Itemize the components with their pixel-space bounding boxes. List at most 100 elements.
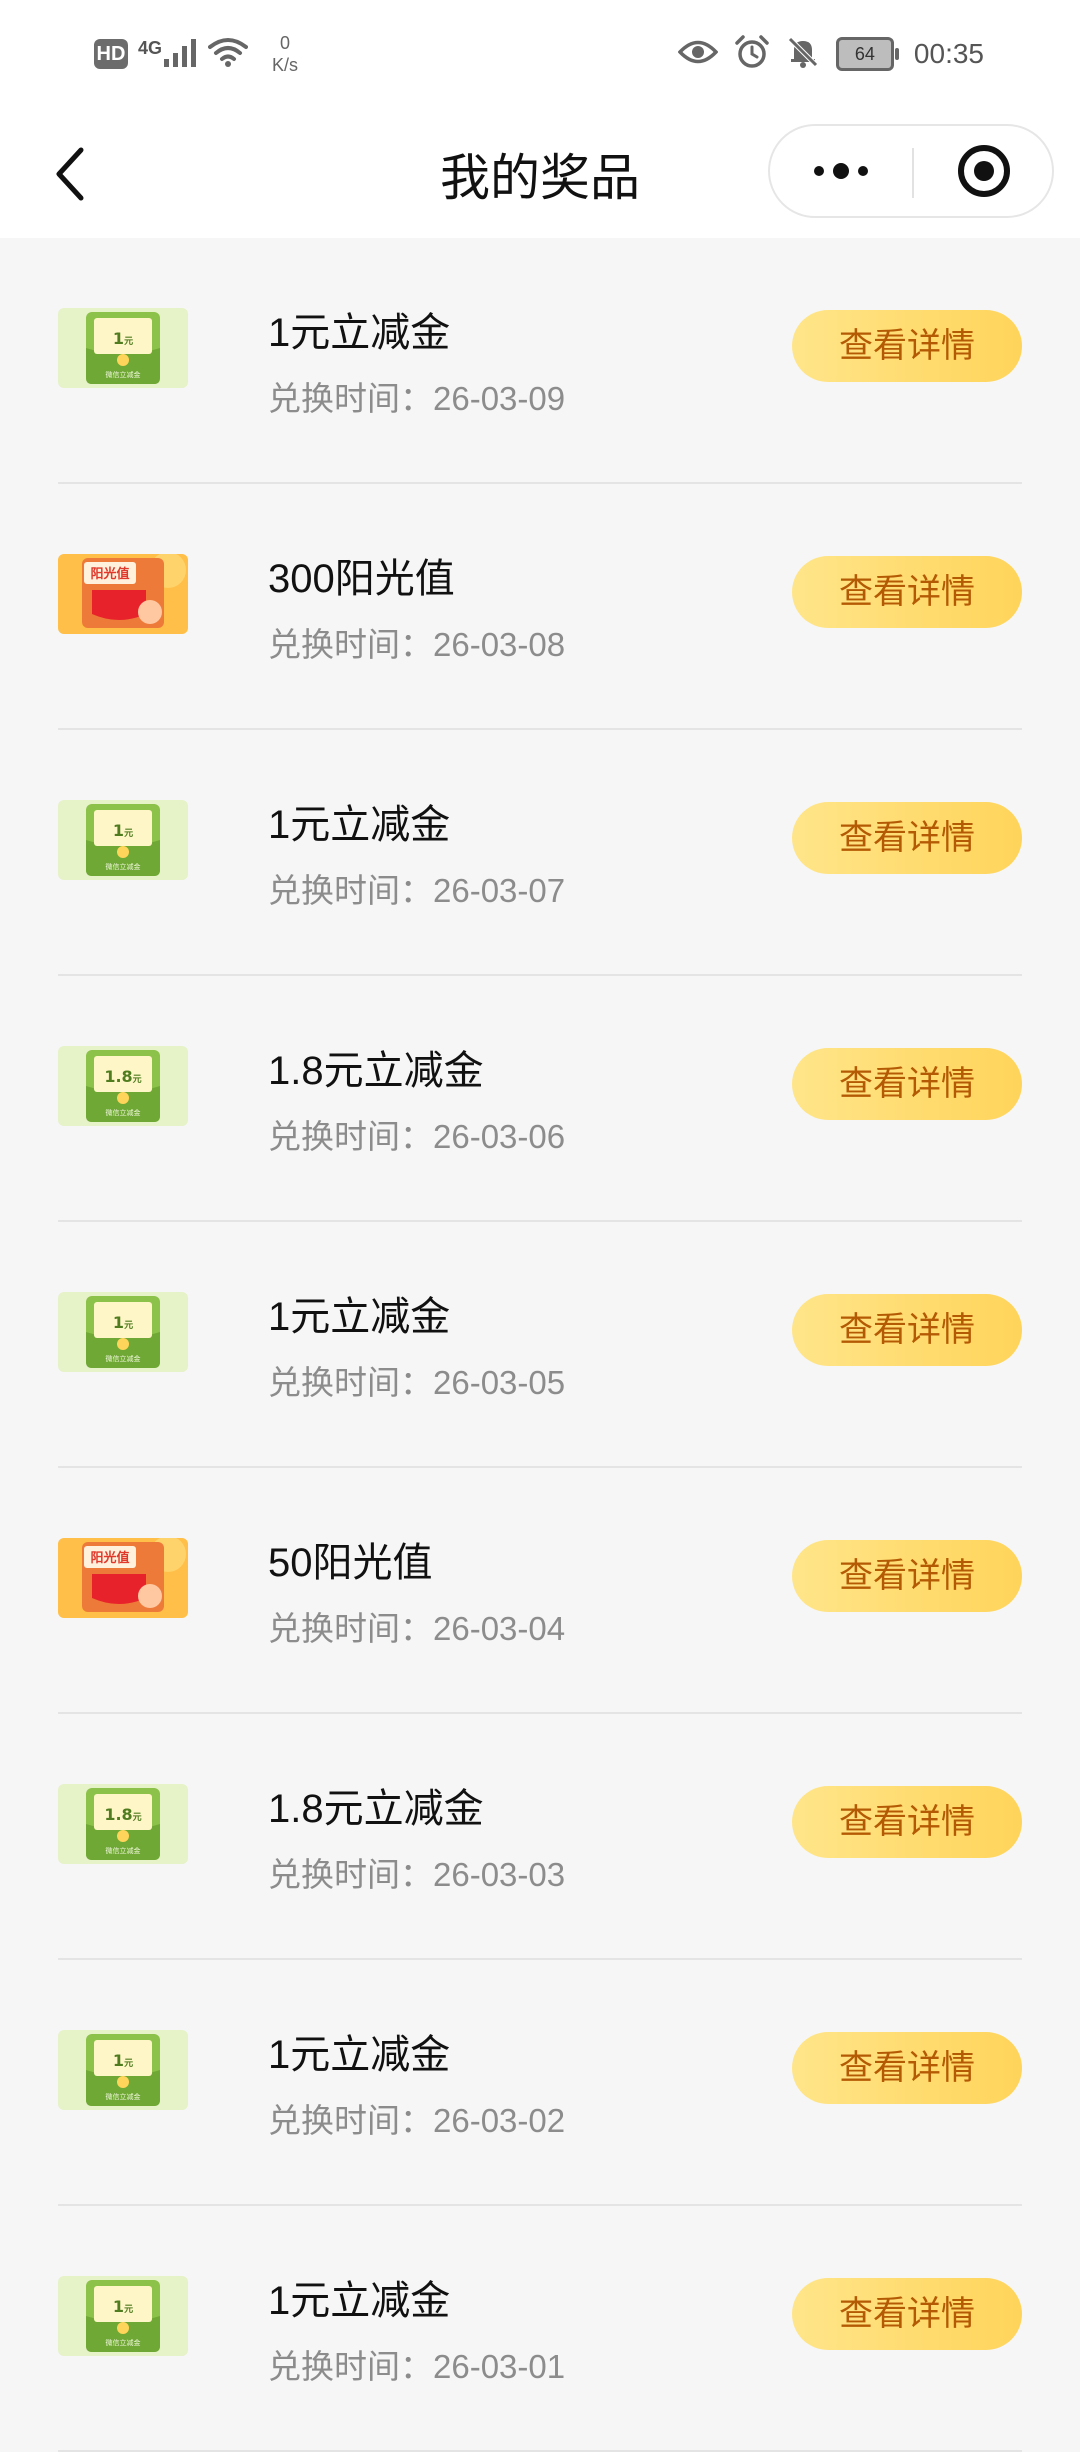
exchange-date-label: 兑换时间： (268, 626, 433, 663)
exchange-date-value: 26-03-06 (433, 1118, 566, 1155)
view-details-button[interactable]: 查看详情 (792, 2032, 1022, 2104)
prize-row-2: 阳光值 300阳光值 兑换时间：26-03-08 查看详情 (58, 484, 1022, 730)
prize-name: 300阳光值 (268, 557, 455, 601)
coupon-envelope-icon: 1.8元 微信立减金 (58, 1784, 188, 1864)
exchange-date-value: 26-03-08 (433, 626, 566, 663)
view-details-button[interactable]: 查看详情 (792, 1294, 1022, 1366)
more-dots-icon (814, 163, 868, 179)
network-speed: 0 K/s (272, 32, 298, 76)
sunshine-card-icon: 阳光值 (58, 1538, 188, 1618)
svg-text:微信立减金: 微信立减金 (106, 862, 141, 871)
svg-text:微信立减金: 微信立减金 (106, 1354, 141, 1363)
view-details-button[interactable]: 查看详情 (792, 2278, 1022, 2350)
prize-name: 1.8元立减金 (268, 1787, 484, 1831)
prize-exchange-date: 兑换时间：26-03-03 (268, 1848, 565, 1896)
prize-thumbnail: 1元 微信立减金 (58, 1292, 188, 1372)
prize-row-5: 1元 微信立减金 1元立减金 兑换时间：26-03-05 查看详情 (58, 1222, 1022, 1468)
prize-name: 1.8元立减金 (268, 1049, 484, 1093)
clock-time: 00:35 (913, 38, 984, 69)
view-details-button[interactable]: 查看详情 (792, 1540, 1022, 1612)
svg-text:阳光值: 阳光值 (90, 566, 129, 582)
prize-name: 1元立减金 (268, 2033, 451, 2077)
prize-name: 1元立减金 (268, 1295, 451, 1339)
network-type-label: 4G (138, 37, 163, 58)
hd-icon: HD (94, 39, 128, 69)
wifi-icon (208, 37, 249, 72)
coupon-envelope-icon: 1元 微信立减金 (58, 308, 188, 388)
prize-row-6: 阳光值 50阳光值 兑换时间：26-03-04 查看详情 (58, 1468, 1022, 1714)
prize-name: 50阳光值 (268, 1541, 433, 1585)
view-details-button[interactable]: 查看详情 (792, 310, 1022, 382)
prize-thumbnail: 1元 微信立减金 (58, 2030, 188, 2110)
prize-thumbnail: 1.8元 微信立减金 (58, 1046, 188, 1126)
svg-text:微信立减金: 微信立减金 (106, 370, 141, 379)
mini-program-capsule (768, 124, 1054, 218)
more-button[interactable] (770, 126, 912, 216)
prize-exchange-date: 兑换时间：26-03-07 (268, 864, 565, 912)
exchange-date-label: 兑换时间： (268, 1610, 433, 1647)
prize-exchange-date: 兑换时间：26-03-08 (268, 618, 565, 666)
prize-exchange-date: 兑换时间：26-03-05 (268, 1356, 565, 1404)
prize-name: 1元立减金 (268, 803, 451, 847)
close-mini-program-button[interactable] (914, 126, 1054, 216)
prize-exchange-date: 兑换时间：26-03-01 (268, 2340, 565, 2388)
exchange-date-value: 26-03-04 (433, 1610, 566, 1647)
speed-value: 0 (280, 33, 291, 53)
prize-row-9: 1元 微信立减金 1元立减金 兑换时间：26-03-01 查看详情 (58, 2206, 1022, 2452)
prize-row-7: 1.8元 微信立减金 1.8元立减金 兑换时间：26-03-03 查看详情 (58, 1714, 1022, 1960)
mute-bell-icon (786, 35, 820, 74)
exchange-date-value: 26-03-03 (433, 1856, 566, 1893)
svg-text:微信立减金: 微信立减金 (106, 2092, 141, 2101)
view-details-button[interactable]: 查看详情 (792, 556, 1022, 628)
exchange-date-label: 兑换时间： (268, 1856, 433, 1893)
exchange-date-value: 26-03-02 (433, 2102, 566, 2139)
prize-exchange-date: 兑换时间：26-03-06 (268, 1110, 565, 1158)
exchange-date-label: 兑换时间： (268, 2348, 433, 2385)
svg-text:微信立减金: 微信立减金 (106, 2338, 141, 2347)
speed-unit: K/s (272, 55, 299, 75)
signal-icon (164, 37, 198, 72)
prize-exchange-date: 兑换时间：26-03-04 (268, 1602, 565, 1650)
status-right: 64 00:35 (677, 30, 984, 78)
exchange-date-label: 兑换时间： (268, 872, 433, 909)
prize-list: 1元 微信立减金 1元立减金 兑换时间：26-03-09 查看详情 阳光值 30… (0, 238, 1080, 2452)
coupon-envelope-icon: 1元 微信立减金 (58, 2030, 188, 2110)
prize-name: 1元立减金 (268, 311, 451, 355)
prize-name: 1元立减金 (268, 2279, 451, 2323)
alarm-icon (734, 34, 770, 74)
prize-thumbnail: 阳光值 (58, 554, 188, 634)
coupon-envelope-icon: 1.8元 微信立减金 (58, 1046, 188, 1126)
prize-row-3: 1元 微信立减金 1元立减金 兑换时间：26-03-07 查看详情 (58, 730, 1022, 976)
prize-exchange-date: 兑换时间：26-03-02 (268, 2094, 565, 2142)
coupon-envelope-icon: 1元 微信立减金 (58, 2276, 188, 2356)
exchange-date-label: 兑换时间： (268, 1364, 433, 1401)
prize-thumbnail: 阳光值 (58, 1538, 188, 1618)
view-details-button[interactable]: 查看详情 (792, 1048, 1022, 1120)
prize-exchange-date: 兑换时间：26-03-09 (268, 372, 565, 420)
prize-thumbnail: 1.8元 微信立减金 (58, 1784, 188, 1864)
exchange-date-label: 兑换时间： (268, 380, 433, 417)
target-close-icon (958, 145, 1010, 197)
status-bar: HD 4G 0 K/s 64 00:35 (0, 0, 1080, 110)
svg-text:阳光值: 阳光值 (90, 1550, 129, 1566)
prize-row-8: 1元 微信立减金 1元立减金 兑换时间：26-03-02 查看详情 (58, 1960, 1022, 2206)
prize-thumbnail: 1元 微信立减金 (58, 800, 188, 880)
exchange-date-label: 兑换时间： (268, 1118, 433, 1155)
exchange-date-value: 26-03-09 (433, 380, 566, 417)
exchange-date-value: 26-03-05 (433, 1364, 566, 1401)
svg-text:微信立减金: 微信立减金 (106, 1846, 141, 1855)
prize-thumbnail: 1元 微信立减金 (58, 308, 188, 388)
view-details-button[interactable]: 查看详情 (792, 1786, 1022, 1858)
prize-thumbnail: 1元 微信立减金 (58, 2276, 188, 2356)
exchange-date-label: 兑换时间： (268, 2102, 433, 2139)
navigation-bar: 我的奖品 (0, 110, 1080, 238)
prize-row-1: 1元 微信立减金 1元立减金 兑换时间：26-03-09 查看详情 (58, 238, 1022, 484)
exchange-date-value: 26-03-07 (433, 872, 566, 909)
sunshine-card-icon: 阳光值 (58, 554, 188, 634)
battery-icon: 64 (835, 37, 899, 71)
status-left: HD 4G 0 K/s (94, 30, 298, 78)
view-details-button[interactable]: 查看详情 (792, 802, 1022, 874)
exchange-date-value: 26-03-01 (433, 2348, 566, 2385)
coupon-envelope-icon: 1元 微信立减金 (58, 800, 188, 880)
coupon-envelope-icon: 1元 微信立减金 (58, 1292, 188, 1372)
